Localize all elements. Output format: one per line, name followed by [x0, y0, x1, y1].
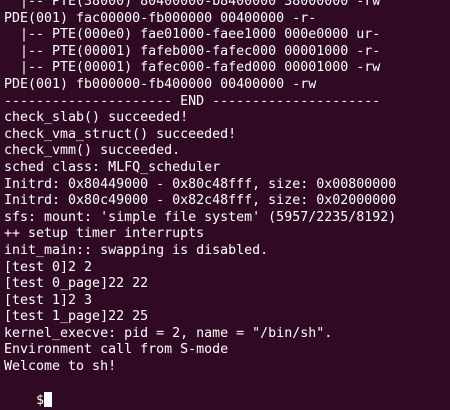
terminal-window[interactable]: |-- PTE(38000) 80400000-b8400000 3800000…: [0, 0, 450, 410]
terminal-line: kernel_execve: pid = 2, name = "/bin/sh"…: [4, 325, 333, 341]
terminal-line: |-- PTE(38000) 80400000-b8400000 3800000…: [4, 0, 381, 9]
terminal-line: [test 0]2 2: [4, 259, 93, 275]
terminal-line: [test 1]2 3: [4, 292, 93, 308]
shell-prompt-line[interactable]: $: [4, 376, 450, 408]
terminal-line: Initrd: 0x80449000 - 0x80c48fff, size: 0…: [4, 176, 397, 192]
text-cursor: [44, 392, 53, 408]
terminal-line: [test 1_page]22 25: [4, 309, 149, 325]
terminal-line: ++ setup timer interrupts: [4, 226, 205, 242]
terminal-line: Welcome to sh!: [4, 359, 117, 375]
terminal-line: Initrd: 0x80c49000 - 0x82c48fff, size: 0…: [4, 193, 397, 209]
terminal-line: check_vma_struct() succeeded!: [4, 126, 237, 142]
shell-prompt: $: [36, 393, 45, 409]
terminal-line: |-- PTE(000e0) fae01000-faee1000 000e000…: [4, 27, 381, 43]
terminal-line: sfs: mount: 'simple file system' (5957/2…: [4, 209, 397, 225]
terminal-line: sched class: MLFQ_scheduler: [4, 159, 221, 175]
terminal-line: [test 0_page]22 22: [4, 276, 149, 292]
terminal-line: Environment call from S-mode: [4, 342, 229, 358]
terminal-line: check_vmm() succeeded.: [4, 143, 181, 159]
terminal-line: PDE(001) fb000000-fb400000 00400000 -rw: [4, 76, 317, 92]
terminal-line: init_main:: swapping is disabled.: [4, 242, 269, 258]
terminal-line: |-- PTE(00001) fafec000-fafed000 0000100…: [4, 60, 381, 76]
terminal-line: check_slab() succeeded!: [4, 110, 189, 126]
terminal-line: PDE(001) fac00000-fb000000 00400000 -r-: [4, 10, 317, 26]
terminal-line: |-- PTE(00001) fafeb000-fafec000 0000100…: [4, 43, 381, 59]
terminal-line: --------------------- END --------------…: [4, 93, 381, 109]
